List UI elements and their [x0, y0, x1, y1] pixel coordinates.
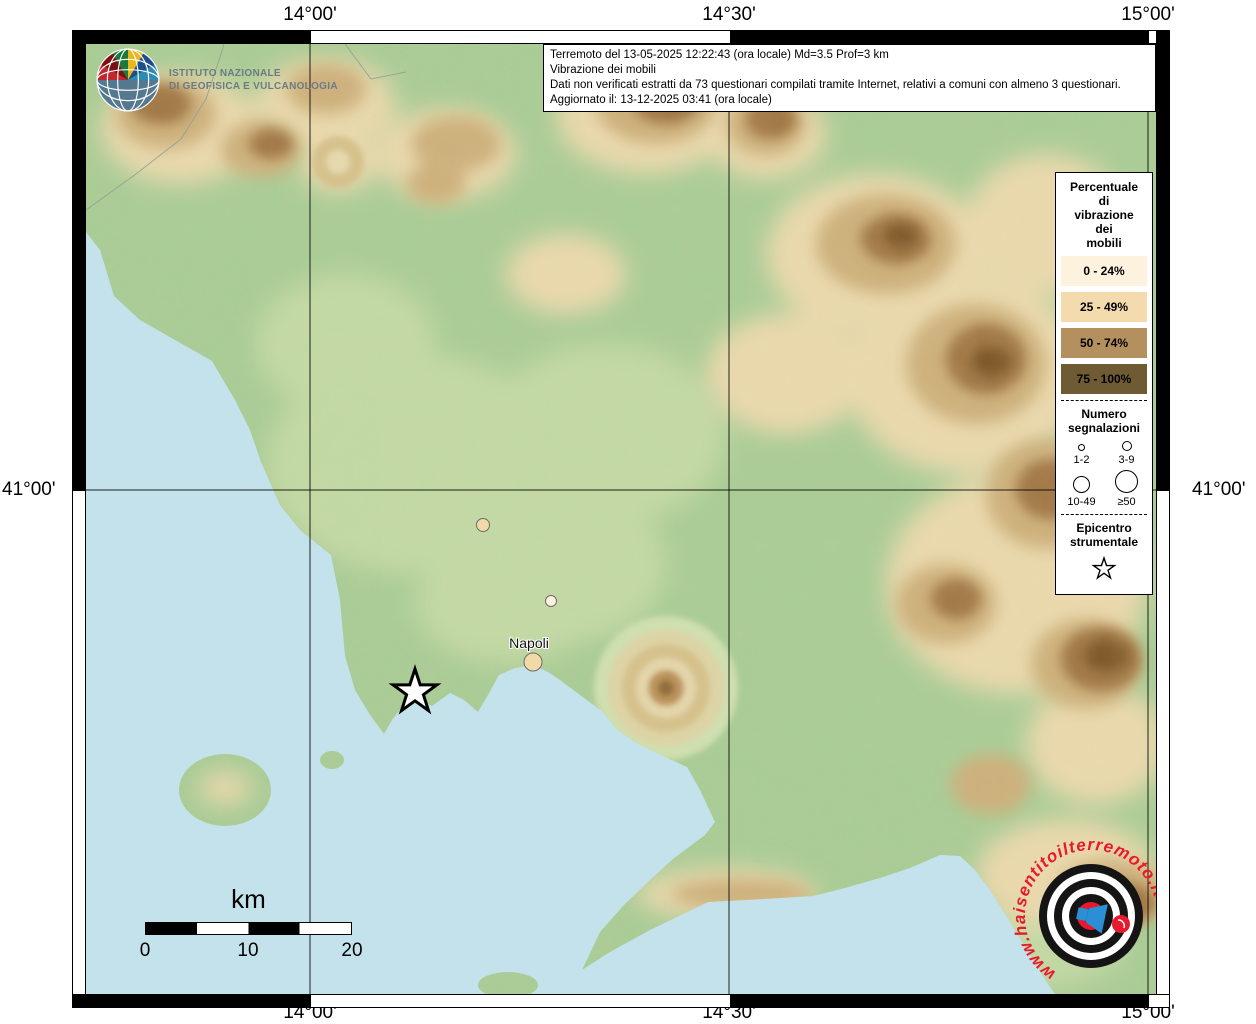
legend-swatch-0-24: 0 - 24%: [1061, 256, 1147, 286]
scale-bar-segments: [145, 922, 352, 935]
legend-separator: [1061, 400, 1147, 401]
map-frame-left: [72, 30, 86, 1008]
report-point: [546, 596, 557, 607]
legend-swatch-75-100: 75 - 100%: [1061, 364, 1147, 394]
ingv-logo: ISTITUTO NAZIONALEDI GEOFISICA E VULCANO…: [96, 48, 338, 112]
latitude-label-right: 41°00': [1192, 479, 1246, 501]
event-info-line: Dati non verificati estratti da 73 quest…: [550, 78, 1149, 93]
count-circle-10-49: [1073, 476, 1090, 493]
legend-percent-title: Percentuale di vibrazione dei mobili: [1059, 180, 1149, 250]
legend-box: Percentuale di vibrazione dei mobili 0 -…: [1055, 172, 1153, 595]
map-page: 14°00' 14°30' 15°00' 14°00' 14°30' 15°00…: [0, 0, 1256, 1024]
map-frame-top: [72, 30, 1170, 44]
map-frame-right: [1156, 30, 1170, 1008]
sound-dot: [1112, 915, 1130, 933]
legend-swatch-50-74: 50 - 74%: [1061, 328, 1147, 358]
legend-swatch-25-49: 25 - 49%: [1061, 292, 1147, 322]
scale-tick-10: 10: [237, 940, 258, 962]
scale-tick-20: 20: [341, 940, 362, 962]
event-info-line: Vibrazione dei mobili: [550, 63, 1149, 78]
city-label: Napoli: [509, 635, 549, 651]
latitude-label-left: 41°00': [2, 479, 56, 501]
longitude-label-top-3: 15°00': [1121, 4, 1175, 26]
report-point: [477, 519, 490, 532]
event-info-line: Aggiornato il: 13-12-2025 03:41 (ora loc…: [550, 93, 1149, 108]
ingv-org-name: ISTITUTO NAZIONALEDI GEOFISICA E VULCANO…: [169, 67, 338, 93]
count-circle-1-2: [1078, 444, 1085, 451]
epicenter-star-icon: [1091, 555, 1117, 581]
map-frame-bottom: [72, 994, 1170, 1008]
scale-tick-0: 0: [140, 940, 151, 962]
event-info-box: Terremoto del 13-05-2025 12:22:43 (ora l…: [543, 44, 1156, 112]
event-info-line: Terremoto del 13-05-2025 12:22:43 (ora l…: [550, 48, 1149, 63]
legend-count-title: Numero segnalazioni: [1059, 407, 1149, 435]
scale-unit-label: km: [145, 884, 352, 915]
count-circle-50plus: [1115, 470, 1138, 493]
legend-count-symbols: 1-2 3-9 10-49 ≥50: [1059, 441, 1149, 508]
ingv-globe-icon: [96, 48, 160, 112]
longitude-label-top-1: 14°00': [283, 4, 337, 26]
count-circle-3-9: [1122, 441, 1132, 451]
report-point-napoli: [524, 653, 542, 671]
legend-epicenter-title: Epicentro strumentale: [1059, 521, 1149, 549]
longitude-label-top-2: 14°30': [702, 4, 756, 26]
map-canvas: www.haisentitoilterremoto.it Napoli: [86, 44, 1156, 994]
legend-separator: [1061, 514, 1147, 515]
terrain-map: www.haisentitoilterremoto.it Napoli: [86, 44, 1156, 994]
